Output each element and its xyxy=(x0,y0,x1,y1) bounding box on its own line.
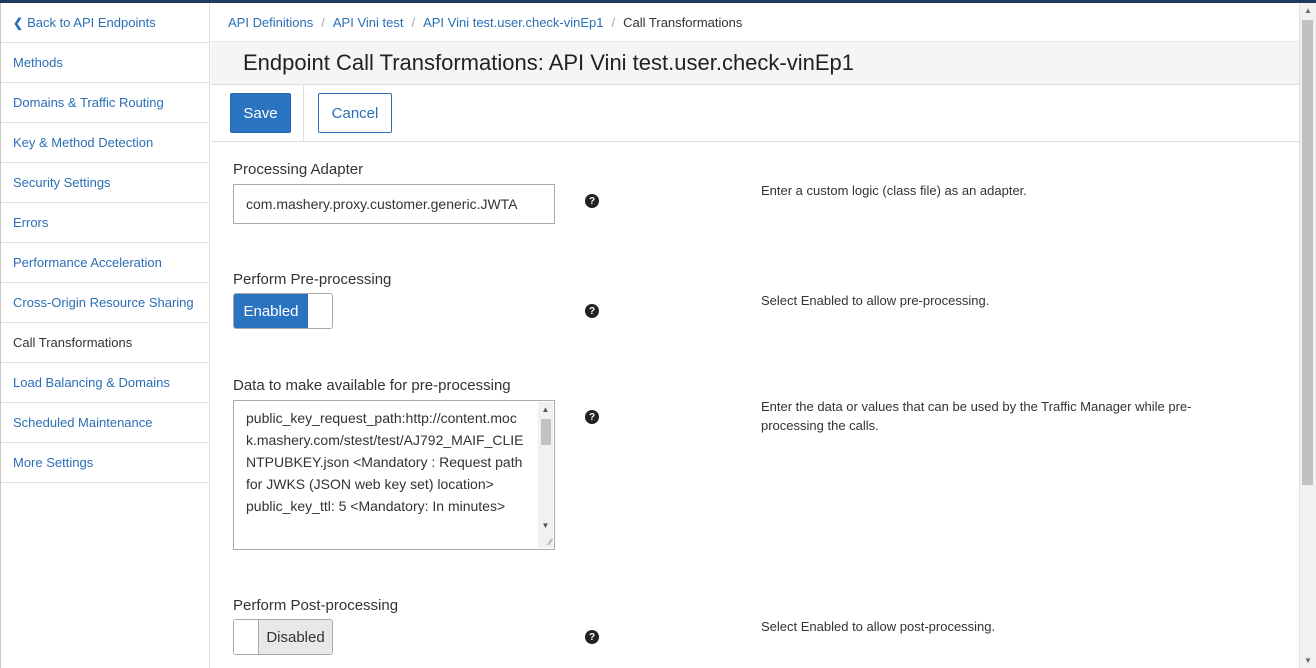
scrollbar-thumb[interactable] xyxy=(541,419,551,445)
sidebar-item-label: Load Balancing & Domains xyxy=(13,375,170,390)
scroll-up-arrow-icon[interactable]: ▲ xyxy=(538,405,553,414)
sidebar-item-label: Call Transformations xyxy=(13,335,133,350)
scroll-up-arrow-icon[interactable]: ▲ xyxy=(1300,6,1316,15)
breadcrumb-separator: / xyxy=(411,14,416,30)
breadcrumb: API Definitions / API Vini test / API Vi… xyxy=(211,3,1299,42)
sidebar-item-label: Performance Acceleration xyxy=(13,255,162,270)
breadcrumb-api-vini-test[interactable]: API Vini test xyxy=(333,15,404,30)
scroll-down-arrow-icon[interactable]: ▼ xyxy=(538,521,553,530)
breadcrumb-separator: / xyxy=(611,14,616,30)
breadcrumb-api-definitions[interactable]: API Definitions xyxy=(228,15,313,30)
save-button[interactable]: Save xyxy=(230,93,291,133)
sidebar-item-call-transformations[interactable]: Call Transformations xyxy=(1,323,209,363)
sidebar-item-label: More Settings xyxy=(13,455,94,470)
pre-processing-data-label: Data to make available for pre-processin… xyxy=(233,377,511,394)
question-circle-icon[interactable]: ? xyxy=(585,630,599,644)
sidebar-item-performance-acceleration[interactable]: Performance Acceleration xyxy=(1,243,209,283)
processing-adapter-input[interactable]: com.mashery.proxy.customer.generic.JWTA xyxy=(233,184,555,224)
sidebar-item-scheduled-maintenance[interactable]: Scheduled Maintenance xyxy=(1,403,209,443)
page-title: Endpoint Call Transformations: API Vini … xyxy=(243,50,855,75)
page-scrollbar[interactable]: ▲ ▼ xyxy=(1299,3,1316,668)
sidebar-item-label: Scheduled Maintenance xyxy=(13,415,153,430)
divider xyxy=(303,85,304,141)
textarea-scrollbar[interactable]: ▲ ▼ xyxy=(538,402,553,548)
post-processing-help: Select Enabled to allow post-processing. xyxy=(761,619,996,634)
pre-processing-help: Select Enabled to allow pre-processing. xyxy=(761,293,990,308)
breadcrumb-endpoint[interactable]: API Vini test.user.check-vinEp1 xyxy=(423,15,603,30)
toggle-state-label: Enabled xyxy=(234,294,308,328)
sidebar-item-key-method-detection[interactable]: Key & Method Detection xyxy=(1,123,209,163)
sidebar-item-cors[interactable]: Cross-Origin Resource Sharing xyxy=(1,283,209,323)
sidebar-item-more-settings[interactable]: More Settings xyxy=(1,443,209,483)
sidebar-item-domains-traffic-routing[interactable]: Domains & Traffic Routing xyxy=(1,83,209,123)
pre-processing-label: Perform Pre-processing xyxy=(233,271,392,288)
sidebar-item-label: Domains & Traffic Routing xyxy=(13,95,164,110)
resize-grip-icon[interactable]: ∕∕ xyxy=(549,537,552,547)
question-circle-icon[interactable]: ? xyxy=(585,304,599,318)
sidebar-item-label: Key & Method Detection xyxy=(13,135,154,150)
pre-processing-toggle[interactable]: Enabled xyxy=(233,293,333,329)
breadcrumb-current: Call Transformations xyxy=(623,14,743,30)
post-processing-toggle[interactable]: Disabled xyxy=(233,619,333,655)
processing-adapter-label: Processing Adapter xyxy=(233,161,364,178)
question-circle-icon[interactable]: ? xyxy=(585,410,599,424)
back-to-api-endpoints-link[interactable]: ❮ Back to API Endpoints xyxy=(1,3,209,43)
main-content: API Definitions / API Vini test / API Vi… xyxy=(211,3,1299,668)
pre-processing-data-help: Enter the data or values that can be use… xyxy=(761,399,1192,433)
sidebar-item-load-balancing-domains[interactable]: Load Balancing & Domains xyxy=(1,363,209,403)
chevron-left-icon: ❮ xyxy=(13,15,24,30)
sidebar-item-label: Errors xyxy=(13,215,49,230)
breadcrumb-separator: / xyxy=(321,14,325,30)
page-title-bar: Endpoint Call Transformations: API Vini … xyxy=(211,42,1299,85)
toggle-knob xyxy=(308,294,332,328)
sidebar-item-errors[interactable]: Errors xyxy=(1,203,209,243)
textarea-content: public_key_request_path:http://content.m… xyxy=(246,410,524,514)
toggle-knob xyxy=(234,620,259,654)
processing-adapter-help: Enter a custom logic (class file) as an … xyxy=(761,183,1027,198)
post-processing-label: Perform Post-processing xyxy=(233,597,399,614)
sidebar-item-methods[interactable]: Methods xyxy=(1,43,209,83)
scroll-down-arrow-icon[interactable]: ▼ xyxy=(1300,656,1316,665)
sidebar: ❮ Back to API Endpoints Methods Domains … xyxy=(0,3,210,668)
sidebar-item-label: Methods xyxy=(13,55,63,70)
action-bar: Save Cancel xyxy=(211,85,1299,142)
sidebar-item-security-settings[interactable]: Security Settings xyxy=(1,163,209,203)
sidebar-item-label: Cross-Origin Resource Sharing xyxy=(13,295,194,310)
pre-processing-data-textarea[interactable]: public_key_request_path:http://content.m… xyxy=(233,400,555,550)
cancel-button[interactable]: Cancel xyxy=(318,93,392,133)
scrollbar-thumb[interactable] xyxy=(1302,20,1313,485)
toggle-state-label: Disabled xyxy=(259,620,332,654)
back-link-label: Back to API Endpoints xyxy=(27,15,156,30)
sidebar-item-label: Security Settings xyxy=(13,175,111,190)
question-circle-icon[interactable]: ? xyxy=(585,194,599,208)
